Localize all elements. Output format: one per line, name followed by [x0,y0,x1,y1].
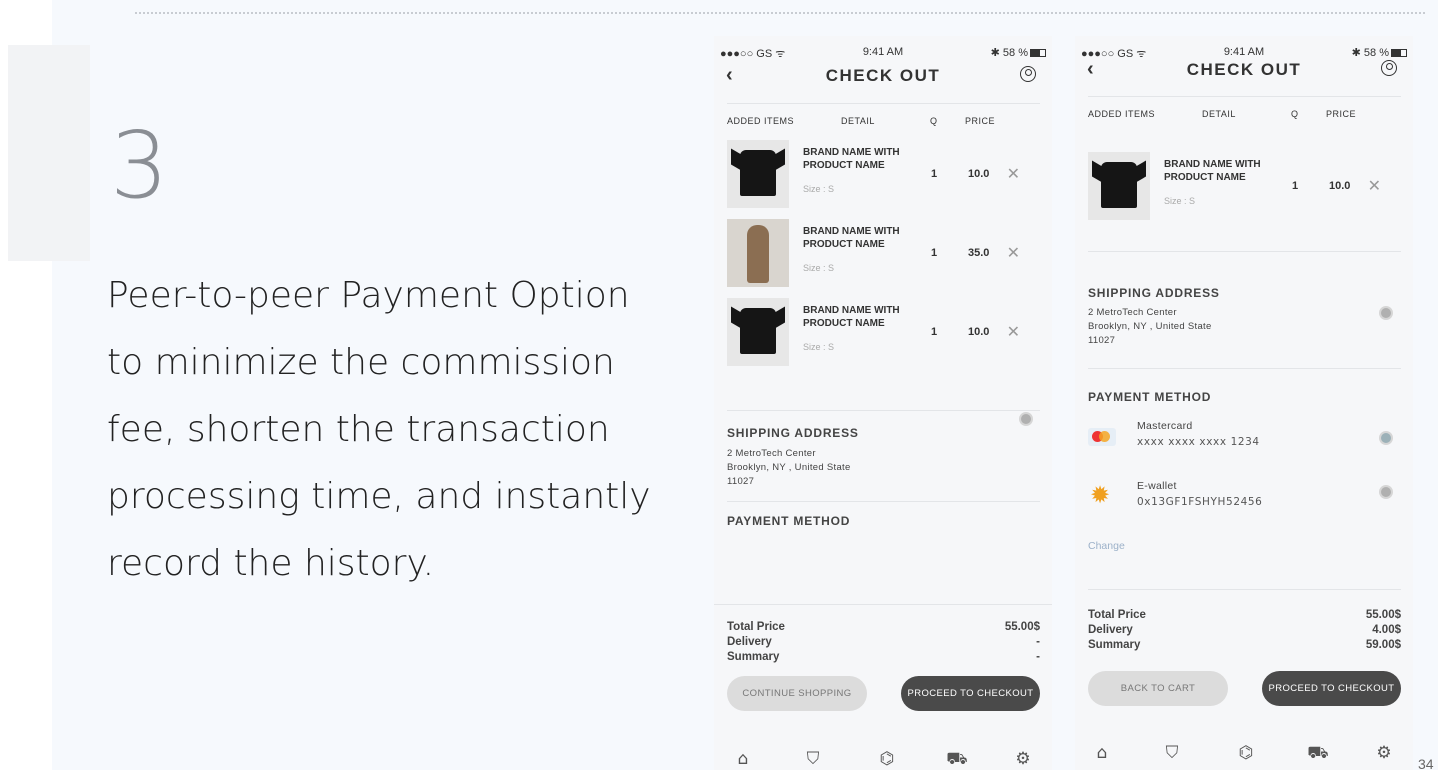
checkout-screen-cart: ●●●○○ GS ᯤ 9:41 AM ✱ 58 % ‹ CHECK OUT AD… [714,36,1052,770]
payment-title: PAYMENT METHOD [727,514,851,528]
remove-item-icon[interactable]: ✕ [1007,322,1020,342]
column-headers: ADDED ITEMS DETAIL Q PRICE [727,116,996,126]
product-price: 10.0 [1329,180,1351,192]
tab-bar: ⌂ ⛉ ⌬ ⛟ ⚙ [1075,742,1413,770]
bag-icon[interactable]: ⛉ [1161,742,1183,764]
change-payment-link[interactable]: Change [1088,540,1125,552]
remove-item-icon[interactable]: ✕ [1007,164,1020,184]
product-name: BRAND NAME WITH PRODUCT NAME [803,147,900,171]
product-quantity[interactable]: 1 [931,168,937,180]
accent-block [8,45,90,261]
product-size: Size : S [1164,196,1196,206]
page-title: CHECK OUT [1186,60,1302,79]
page-title: CHECK OUT [825,66,941,85]
shipping-address-radio[interactable] [1019,412,1033,426]
column-headers: ADDED ITEMS DETAIL Q PRICE [1088,109,1357,119]
product-quantity[interactable]: 1 [931,247,937,259]
back-to-cart-button[interactable]: BACK TO CART [1088,671,1228,706]
status-bar: ●●●○○ GS ᯤ 9:41 AM ✱ 58 % [720,46,1046,60]
totals-values: 55.00$ - - [1004,621,1040,663]
payment-number: xxxx xxxx xxxx 1234 [1137,436,1260,448]
dotted-divider [135,12,1425,14]
step-number: 3 [110,112,169,219]
tab-bar: ⌂ ⛉ ⌬ ⛟ ⚙ [714,748,1052,770]
shipping-address: 2 MetroTech Center Brooklyn, NY , United… [1088,307,1212,346]
shipping-title: SHIPPING ADDRESS [1088,286,1220,300]
home-icon[interactable]: ⌂ [732,748,754,770]
cart-item: BRAND NAME WITH PRODUCT NAME Size : S 1 … [727,140,1040,210]
product-quantity[interactable]: 1 [931,326,937,338]
product-image [727,140,789,208]
home-icon[interactable]: ⌂ [1091,742,1113,764]
payment-name: Mastercard [1137,420,1193,432]
shipping-title: SHIPPING ADDRESS [727,426,859,440]
checkout-screen-payment: ●●●○○ GS ᯤ 9:41 AM ✱ 58 % ‹ CHECK OUT AD… [1075,36,1413,770]
product-size: Size : S [803,184,835,194]
proceed-to-checkout-button[interactable]: PROCEED TO CHECKOUT [1262,671,1401,706]
totals-labels: Total Price Delivery Summary [727,621,785,663]
cart-item: BRAND NAME WITH PRODUCT NAME Size : S 1 … [727,219,1040,289]
product-price: 10.0 [968,326,990,338]
nav-bar: ‹ CHECK OUT [1075,56,1413,84]
product-price: 10.0 [968,168,990,180]
cart-item: BRAND NAME WITH PRODUCT NAME Size : S 1 … [1088,152,1401,222]
payment-title: PAYMENT METHOD [1088,390,1212,404]
proceed-to-checkout-button[interactable]: PROCEED TO CHECKOUT [901,676,1040,711]
profile-icon[interactable] [1020,66,1036,82]
product-price: 35.0 [968,247,990,259]
fingerprint-icon[interactable]: ⌬ [876,748,898,770]
cart-icon[interactable]: ⛟ [946,748,968,770]
totals-values: 55.00$ 4.00$ 59.00$ [1365,609,1401,651]
gear-icon[interactable]: ⚙ [1373,742,1395,764]
profile-icon[interactable] [1381,60,1397,76]
payment-number: 0x13GF1FSHYH52456 [1137,496,1263,508]
remove-item-icon[interactable]: ✕ [1007,243,1020,263]
bag-icon[interactable]: ⛉ [802,748,824,770]
shipping-address-radio[interactable] [1379,306,1393,320]
product-size: Size : S [803,342,835,352]
product-image [727,298,789,366]
payment-radio[interactable] [1379,485,1393,499]
product-image [727,219,789,287]
product-quantity[interactable]: 1 [1292,180,1298,192]
cart-item: BRAND NAME WITH PRODUCT NAME Size : S 1 … [727,298,1040,368]
nav-bar: ‹ CHECK OUT [714,62,1052,90]
battery-status: ✱ 58 % [991,46,1046,59]
mastercard-icon [1088,428,1116,446]
cart-icon[interactable]: ⛟ [1307,742,1329,764]
product-image [1088,152,1150,220]
totals-labels: Total Price Delivery Summary [1088,609,1146,651]
payment-radio-selected[interactable] [1379,431,1393,445]
ewallet-icon [1088,481,1116,509]
product-name: BRAND NAME WITH PRODUCT NAME [1164,159,1261,183]
continue-shopping-button[interactable]: CONTINUE SHOPPING [727,676,867,711]
gear-icon[interactable]: ⚙ [1012,748,1034,770]
product-name: BRAND NAME WITH PRODUCT NAME [803,305,900,329]
shipping-address: 2 MetroTech Center Brooklyn, NY , United… [727,448,851,487]
payment-name: E-wallet [1137,480,1177,492]
product-name: BRAND NAME WITH PRODUCT NAME [803,226,900,250]
remove-item-icon[interactable]: ✕ [1368,176,1381,196]
fingerprint-icon[interactable]: ⌬ [1235,742,1257,764]
feature-description: Peer-to-peer Payment Option to minimize … [107,275,651,584]
product-size: Size : S [803,263,835,273]
battery-icon [1030,49,1046,58]
